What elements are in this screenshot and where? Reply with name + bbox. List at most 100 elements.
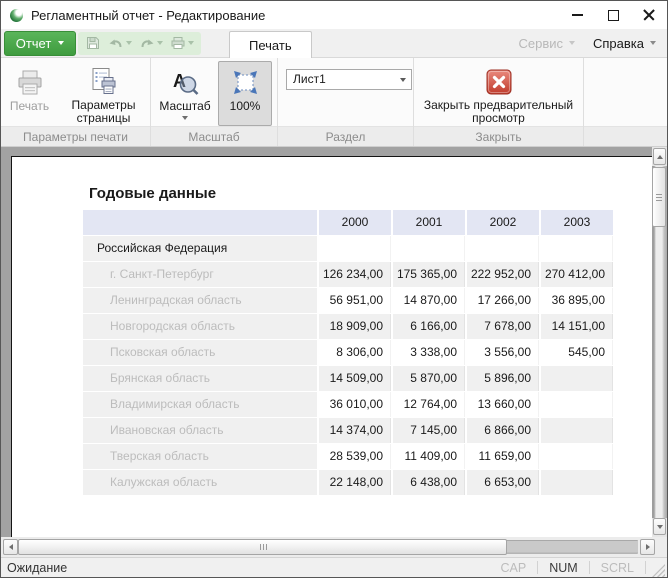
ribbon-group-section: Лист1 Раздел (278, 58, 414, 146)
menu-service[interactable]: Сервис (509, 29, 584, 57)
data-cell (393, 236, 465, 261)
window-title: Регламентный отчет - Редактирование (31, 8, 265, 23)
quick-access-toolbar (78, 32, 201, 55)
sheet-combobox[interactable]: Лист1 (286, 69, 412, 90)
menu-service-label: Сервис (518, 36, 563, 51)
scale-button[interactable]: A Масштаб (156, 61, 214, 126)
data-cell (541, 470, 613, 495)
zoom-100-button[interactable]: 100% (218, 61, 272, 126)
ribbon-group-filler (584, 58, 667, 146)
close-preview-button[interactable]: Закрыть предварительный просмотр (418, 61, 580, 126)
close-button[interactable] (631, 1, 667, 29)
combo-dropdown-button[interactable] (394, 70, 411, 89)
chevron-down-icon (400, 78, 406, 82)
printer-icon (15, 65, 45, 100)
chevron-down-icon (182, 116, 188, 120)
horizontal-scrollbar[interactable] (1, 537, 667, 557)
group-buttons: Печать Параметры страницы (1, 61, 150, 126)
app-icon (10, 9, 23, 22)
data-cell: 11 409,00 (393, 444, 465, 469)
tab-print[interactable]: Печать (229, 31, 312, 58)
row-label: Владимирская область (83, 392, 317, 417)
num-lock-indicator: NUM (538, 561, 588, 575)
caps-lock-indicator: CAP (489, 561, 537, 575)
data-cell: 14 374,00 (319, 418, 391, 443)
scroll-down-button[interactable] (653, 518, 666, 535)
scroll-right-button[interactable] (640, 539, 655, 555)
undo-button[interactable] (106, 35, 134, 51)
horizontal-scrollbar-thumb[interactable] (18, 539, 507, 555)
data-cell: 14 870,00 (393, 288, 465, 313)
data-cell: 6 166,00 (393, 314, 465, 339)
redo-icon (139, 35, 155, 51)
undo-icon (108, 35, 124, 51)
status-separator (645, 561, 646, 574)
chevron-down-icon (188, 41, 194, 45)
row-label: Ивановская область (83, 418, 317, 443)
data-cell (541, 444, 613, 469)
report-menu-label: Отчет (16, 36, 52, 51)
data-cell: 22 148,00 (319, 470, 391, 495)
print-button[interactable]: Печать (4, 61, 56, 126)
save-button[interactable] (83, 35, 103, 51)
data-cell: 14 151,00 (541, 314, 613, 339)
status-message: Ожидание (7, 561, 489, 575)
row-label: Ленинградская область (83, 288, 317, 313)
row-label: Российская Федерация (83, 236, 317, 261)
scroll-up-button[interactable] (653, 148, 666, 165)
ribbon-group-print-settings: Печать Параметры страницы Параметры печа… (1, 58, 151, 146)
data-cell: 13 660,00 (467, 392, 539, 417)
report-menu-button[interactable]: Отчет (4, 31, 76, 56)
data-cell: 175 365,00 (393, 262, 465, 287)
vertical-scrollbar[interactable] (652, 147, 667, 537)
sheet-combobox-value: Лист1 (293, 72, 326, 86)
menu-help[interactable]: Справка (584, 29, 665, 57)
minimize-button[interactable] (559, 1, 595, 29)
data-cell: 6 438,00 (393, 470, 465, 495)
app-window: Регламентный отчет - Редактирование Отче… (0, 0, 668, 578)
redo-button[interactable] (137, 35, 165, 51)
save-icon (85, 35, 101, 51)
arrow-left-icon (9, 544, 13, 550)
data-cell: 11 659,00 (467, 444, 539, 469)
data-cell (467, 236, 539, 261)
data-cell (541, 418, 613, 443)
scale-label: Масштаб (159, 100, 210, 113)
data-cell: 8 306,00 (319, 340, 391, 365)
data-cell: 28 539,00 (319, 444, 391, 469)
data-cell: 7 678,00 (467, 314, 539, 339)
report-page: Годовые данные 2000200120022003Российска… (11, 156, 667, 537)
maximize-button[interactable] (595, 1, 631, 29)
print-label: Печать (10, 100, 49, 113)
title-bar: Регламентный отчет - Редактирование (1, 1, 667, 29)
ribbon-group-close: Закрыть предварительный просмотр Закрыть (414, 58, 584, 146)
chevron-down-icon (569, 41, 575, 45)
data-cell: 17 266,00 (467, 288, 539, 313)
column-header: 2001 (393, 210, 465, 235)
data-cell: 545,00 (541, 340, 613, 365)
resize-grip[interactable] (652, 564, 665, 577)
printer-icon (170, 35, 186, 51)
chevron-down-icon (650, 41, 656, 45)
data-cell: 18 909,00 (319, 314, 391, 339)
group-buttons: Закрыть предварительный просмотр (414, 61, 583, 126)
vertical-scrollbar-thumb[interactable] (652, 167, 666, 227)
row-label: г. Санкт-Петербург (83, 262, 317, 287)
data-cell: 270 412,00 (541, 262, 613, 287)
page-setup-button[interactable]: Параметры страницы (60, 61, 148, 126)
data-cell: 126 234,00 (319, 262, 391, 287)
group-caption-empty (584, 126, 667, 146)
maximize-icon (608, 10, 619, 21)
data-cell: 12 764,00 (393, 392, 465, 417)
column-header: 2000 (319, 210, 391, 235)
report-title: Годовые данные (89, 185, 667, 203)
chevron-down-icon (58, 41, 64, 45)
quick-print-button[interactable] (168, 35, 196, 51)
chevron-down-icon (126, 41, 132, 45)
scroll-left-button[interactable] (3, 539, 18, 555)
data-cell (541, 366, 613, 391)
group-buttons: A Масштаб 100% (151, 61, 277, 126)
table-corner-cell (83, 210, 317, 235)
data-cell (541, 392, 613, 417)
menu-help-label: Справка (593, 36, 644, 51)
